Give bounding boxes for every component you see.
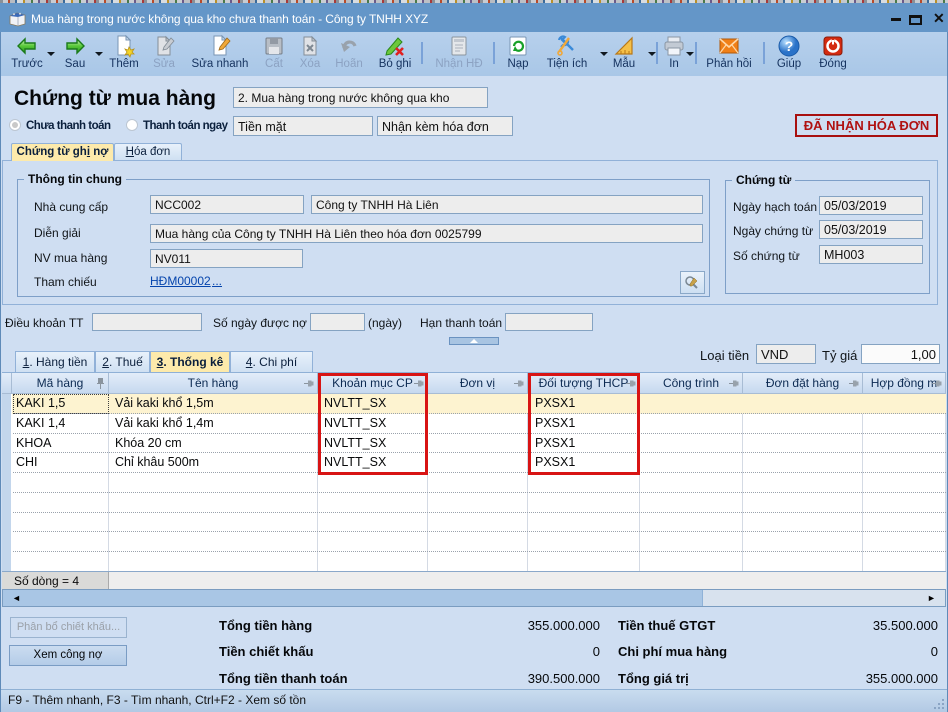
svg-text:?: ? [785,38,794,54]
